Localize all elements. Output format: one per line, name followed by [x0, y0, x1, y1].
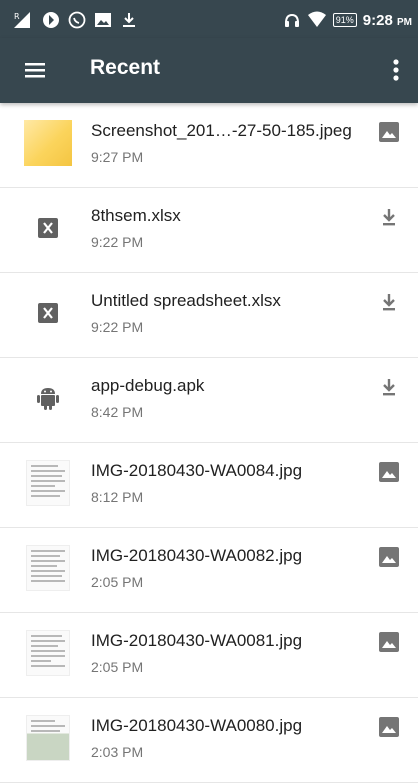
- page-title: Recent: [90, 56, 161, 79]
- file-row[interactable]: IMG-20180430-WA0082.jpg 2:05 PM: [0, 528, 418, 613]
- download-icon[interactable]: [378, 291, 400, 313]
- document-thumbnail: [24, 459, 72, 507]
- download-notification-icon: [123, 13, 135, 27]
- file-time: 9:27 PM: [91, 149, 144, 165]
- document-thumbnail: [24, 629, 72, 677]
- headset-icon: [284, 13, 299, 27]
- recent-files-list: Screenshot_201…-27-50-185.jpeg 9:27 PM 8…: [0, 103, 418, 783]
- file-name: IMG-20180430-WA0081.jpg: [91, 631, 303, 650]
- screenshot-thumbnail: [24, 119, 72, 167]
- file-name: IMG-20180430-WA0080.jpg: [91, 716, 303, 735]
- status-bar: R 91% 9:28 PM: [0, 0, 418, 38]
- spreadsheet-icon: [24, 204, 72, 252]
- file-row[interactable]: Screenshot_201…-27-50-185.jpeg 9:27 PM: [0, 103, 418, 188]
- app-bar: Recent: [0, 38, 418, 103]
- file-row[interactable]: 8thsem.xlsx 9:22 PM: [0, 188, 418, 273]
- whatsapp-icon: [68, 11, 86, 29]
- svg-text:R: R: [14, 12, 20, 21]
- document-thumbnail: [24, 714, 72, 762]
- status-clock: 9:28 PM: [362, 11, 412, 29]
- image-icon: [379, 122, 399, 142]
- file-time: 8:12 PM: [91, 489, 144, 505]
- spreadsheet-icon: [24, 289, 72, 337]
- image-icon: [379, 547, 399, 567]
- data-saver-icon: [43, 12, 59, 28]
- file-name: Untitled spreadsheet.xlsx: [91, 291, 281, 310]
- file-time: 2:05 PM: [91, 574, 144, 590]
- more-vert-icon[interactable]: [384, 54, 408, 86]
- file-time: 8:42 PM: [91, 404, 144, 420]
- file-row[interactable]: app-debug.apk 8:42 PM: [0, 358, 418, 443]
- file-row[interactable]: IMG-20180430-WA0080.jpg 2:03 PM: [0, 698, 418, 783]
- file-name: app-debug.apk: [91, 376, 205, 395]
- notification-icons: R: [12, 9, 138, 31]
- document-thumbnail: [24, 544, 72, 592]
- file-time: 2:05 PM: [91, 659, 144, 675]
- file-name: 8thsem.xlsx: [91, 206, 181, 225]
- file-row[interactable]: Untitled spreadsheet.xlsx 9:22 PM: [0, 273, 418, 358]
- file-time: 9:22 PM: [91, 234, 144, 250]
- image-icon: [379, 632, 399, 652]
- wifi-icon: [307, 11, 326, 27]
- android-icon: [24, 374, 72, 422]
- file-time: 2:03 PM: [91, 744, 144, 760]
- file-name: IMG-20180430-WA0084.jpg: [91, 461, 303, 480]
- system-icons: 91% 9:28 PM: [283, 9, 412, 31]
- image-icon: [379, 717, 399, 737]
- file-row[interactable]: IMG-20180430-WA0084.jpg 8:12 PM: [0, 443, 418, 528]
- download-icon[interactable]: [378, 206, 400, 228]
- hamburger-menu-icon[interactable]: [22, 58, 50, 82]
- download-icon[interactable]: [378, 376, 400, 398]
- battery-indicator: 91%: [332, 13, 357, 27]
- file-row[interactable]: IMG-20180430-WA0081.jpg 2:05 PM: [0, 613, 418, 698]
- file-time: 9:22 PM: [91, 319, 144, 335]
- file-name: Screenshot_201…-27-50-185.jpeg: [91, 121, 352, 140]
- signal-roaming-icon: R: [14, 12, 30, 28]
- file-name: IMG-20180430-WA0082.jpg: [91, 546, 303, 565]
- image-icon: [379, 462, 399, 482]
- image-notification-icon: [95, 13, 111, 27]
